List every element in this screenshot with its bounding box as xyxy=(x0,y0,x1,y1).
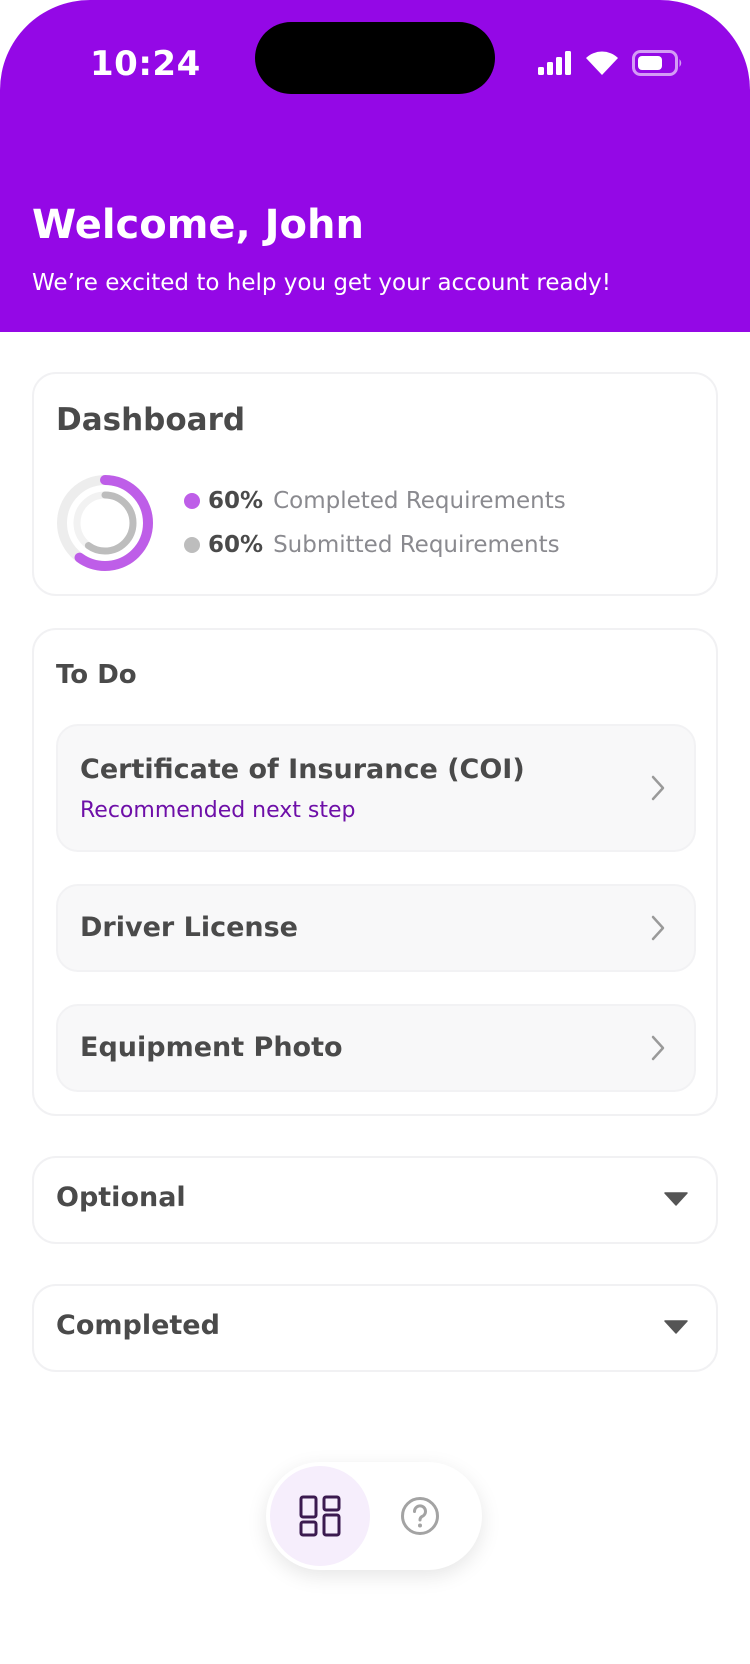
app-screen: 10:24 Welcome, John We’re excited to hel… xyxy=(0,0,750,1664)
legend-submitted-label: Submitted Requirements xyxy=(273,532,560,558)
todo-title: To Do xyxy=(56,660,137,690)
legend-submitted: 60% Submitted Requirements xyxy=(184,532,560,558)
welcome-header: 10:24 Welcome, John We’re excited to hel… xyxy=(0,0,750,332)
legend-completed-label: Completed Requirements xyxy=(273,488,566,514)
todo-card: To Do Certificate of Insurance (COI) Rec… xyxy=(32,628,718,1116)
battery-icon xyxy=(632,50,682,76)
chevron-right-icon xyxy=(651,1035,665,1061)
chevron-right-icon xyxy=(651,915,665,941)
dashboard-card: Dashboard 60% Completed Requirements 60%… xyxy=(32,372,718,596)
status-time: 10:24 xyxy=(90,44,201,84)
progress-donut-chart xyxy=(57,475,153,571)
optional-section-toggle[interactable]: Optional xyxy=(32,1156,718,1244)
legend-completed-percent: 60% xyxy=(208,488,264,514)
recommended-next-step-hint: Recommended next step xyxy=(80,798,356,823)
wifi-icon xyxy=(586,51,618,75)
todo-item-label: Driver License xyxy=(80,912,298,943)
dashboard-grid-icon xyxy=(299,1495,341,1537)
todo-item-label: Equipment Photo xyxy=(80,1032,343,1063)
caret-down-icon xyxy=(664,1320,688,1334)
bottom-nav-bar xyxy=(266,1462,482,1570)
completed-section-label: Completed xyxy=(56,1310,220,1341)
legend-submitted-percent: 60% xyxy=(208,532,264,558)
legend-completed: 60% Completed Requirements xyxy=(184,488,566,514)
cellular-signal-icon xyxy=(538,51,571,75)
welcome-subtitle: We’re excited to help you get your accou… xyxy=(32,270,612,296)
optional-section-label: Optional xyxy=(56,1182,186,1213)
todo-item-equipment-photo[interactable]: Equipment Photo xyxy=(56,1004,696,1092)
todo-item-label: Certificate of Insurance (COI) xyxy=(80,754,525,785)
help-circle-icon[interactable] xyxy=(400,1496,440,1536)
dashboard-title: Dashboard xyxy=(56,402,246,438)
nav-dashboard-button[interactable] xyxy=(270,1466,370,1566)
todo-item-certificate-of-insurance[interactable]: Certificate of Insurance (COI) Recommend… xyxy=(56,724,696,852)
caret-down-icon xyxy=(664,1192,688,1206)
legend-dot-submitted xyxy=(184,537,200,553)
legend-dot-completed xyxy=(184,493,200,509)
welcome-title: Welcome, John xyxy=(32,202,364,248)
status-icons xyxy=(538,48,684,78)
chevron-right-icon xyxy=(651,775,665,801)
completed-section-toggle[interactable]: Completed xyxy=(32,1284,718,1372)
dynamic-island xyxy=(255,22,495,94)
todo-item-driver-license[interactable]: Driver License xyxy=(56,884,696,972)
